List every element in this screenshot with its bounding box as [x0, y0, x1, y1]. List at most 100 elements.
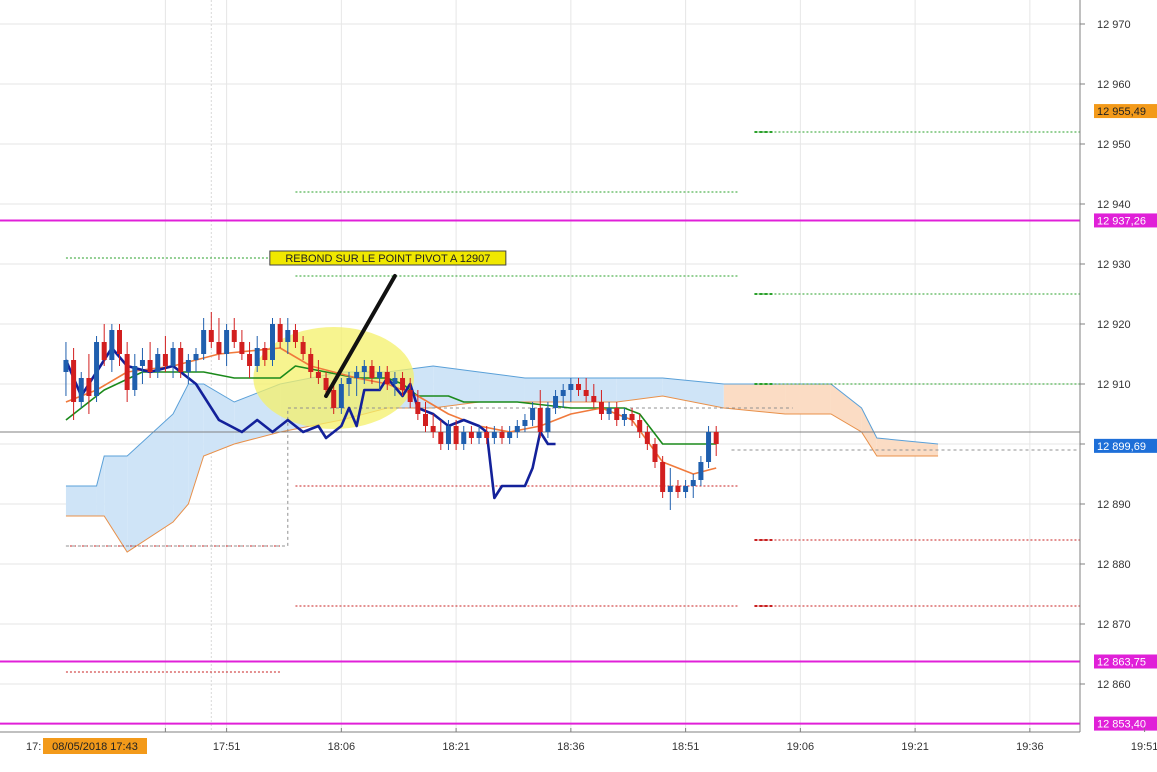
y-tick-label: 12 940 — [1097, 199, 1131, 211]
candle-body — [361, 366, 367, 372]
candle-body — [415, 402, 421, 414]
x-tick-label: 18:51 — [672, 741, 700, 753]
candle-body — [698, 462, 704, 480]
y-tick-label: 12 930 — [1097, 259, 1131, 271]
candle-body — [491, 432, 497, 438]
y-tick-label: 12 880 — [1097, 559, 1131, 571]
x-tick-label: 17:51 — [213, 741, 241, 753]
x-tick-label: 19:36 — [1016, 741, 1044, 753]
ichimoku-chart[interactable]: REBOND SUR LE POINT PIVOT A 12907 12 970… — [0, 0, 1157, 767]
candle-body — [499, 432, 505, 438]
y-tick-label: 12 870 — [1097, 619, 1131, 631]
cursor-date-label: 08/05/2018 17:43 — [52, 741, 138, 753]
candle-body — [71, 360, 77, 402]
candle-body — [292, 330, 298, 342]
candle-body — [331, 390, 337, 408]
x-tick-label-partial: 17: — [26, 741, 41, 753]
candle-body — [323, 378, 329, 390]
candle-body — [392, 378, 398, 384]
candle-body — [170, 348, 176, 366]
candle-body — [201, 330, 207, 354]
x-tick-label: 18:21 — [442, 741, 470, 753]
candle-body — [193, 354, 199, 360]
chart-root: REBOND SUR LE POINT PIVOT A 12907 12 970… — [0, 0, 1157, 767]
candle-body — [109, 330, 115, 360]
candle-body — [614, 408, 620, 420]
candle-body — [315, 372, 321, 378]
candle-body — [453, 426, 459, 444]
cloud-bull-segment — [65, 486, 97, 516]
candle-body — [683, 486, 689, 492]
candle-body — [139, 360, 145, 366]
candle-body — [484, 432, 490, 438]
y-tick-label: 12 860 — [1097, 679, 1131, 691]
candle-body — [568, 384, 574, 390]
candle-body — [629, 414, 635, 420]
annotation-label: REBOND SUR LE POINT PIVOT A 12907 — [285, 253, 490, 265]
candle-body — [369, 366, 375, 378]
price-label: 12 853,40 — [1097, 719, 1146, 731]
price-label: 12 955,49 — [1097, 106, 1146, 118]
candle-body — [468, 432, 474, 438]
x-tick-label: 18:06 — [328, 741, 356, 753]
candle-body — [514, 426, 520, 432]
y-tick-label: 12 910 — [1097, 379, 1131, 391]
y-tick-label: 12 970 — [1097, 19, 1131, 31]
candle-body — [132, 366, 138, 390]
cloud-bear-segment — [785, 384, 831, 414]
candle-body — [270, 324, 275, 360]
candle-body — [101, 342, 107, 360]
candle-body — [208, 330, 214, 342]
x-tick-label: 19:21 — [901, 741, 929, 753]
price-label: 12 937,26 — [1097, 215, 1146, 227]
candle-body — [155, 354, 161, 372]
candle-body — [660, 462, 666, 492]
y-tick-label: 12 950 — [1097, 139, 1131, 151]
candle-body — [407, 390, 413, 402]
candle-body — [713, 432, 719, 444]
candle-body — [346, 378, 352, 384]
candle-body — [637, 420, 643, 432]
price-label: 12 899,69 — [1097, 441, 1146, 453]
price-label: 12 863,75 — [1097, 657, 1146, 669]
candle-body — [576, 384, 581, 390]
candle-body — [354, 372, 360, 378]
candle-body — [560, 390, 566, 396]
candle-body — [461, 432, 467, 444]
candle-body — [667, 486, 673, 492]
candle-body — [78, 378, 84, 402]
y-tick-label: 12 960 — [1097, 79, 1131, 91]
x-tick-label: 18:36 — [557, 741, 585, 753]
candle-body — [545, 408, 551, 432]
candle-body — [308, 354, 314, 372]
plot-area — [0, 0, 1080, 732]
candle-body — [507, 432, 513, 438]
candle-body — [338, 384, 344, 408]
candle-body — [63, 360, 69, 372]
candle-body — [537, 408, 543, 432]
candle-body — [438, 432, 444, 444]
candle-body — [247, 354, 253, 366]
candle-body — [423, 414, 428, 426]
candle-body — [124, 354, 130, 390]
candle-body — [94, 342, 100, 396]
candle-body — [522, 420, 528, 426]
candle-body — [254, 348, 260, 366]
candle-body — [652, 444, 658, 462]
candle-body — [476, 432, 482, 438]
candle-body — [231, 330, 237, 342]
candle-body — [162, 354, 168, 366]
candle-body — [300, 342, 306, 354]
candle-body — [583, 390, 589, 396]
candle-body — [430, 426, 436, 432]
candle-body — [384, 372, 390, 384]
y-tick-label: 12 890 — [1097, 499, 1131, 511]
candle-body — [117, 330, 122, 354]
candle-body — [644, 432, 650, 444]
candle-body — [185, 360, 191, 372]
candle-body — [400, 378, 406, 390]
candle-body — [262, 348, 268, 360]
candle-body — [530, 408, 536, 420]
candle-body — [178, 348, 184, 372]
candle-body — [147, 360, 153, 372]
